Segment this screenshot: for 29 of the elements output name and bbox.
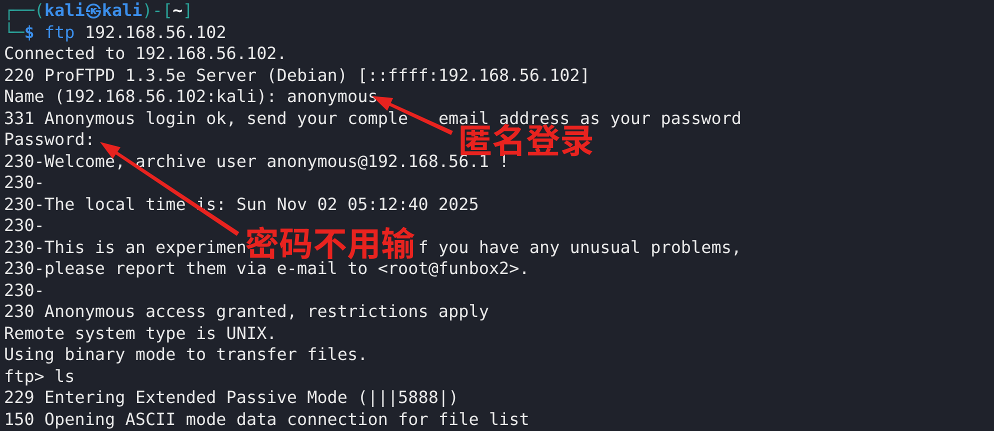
prompt-frame: └─ bbox=[4, 22, 24, 42]
prompt-directory: ~ bbox=[172, 0, 183, 20]
command-argument: 192.168.56.102 bbox=[84, 22, 226, 42]
prompt-at-sign: ㉿ bbox=[84, 0, 102, 20]
prompt-user: kali bbox=[44, 0, 85, 20]
output-line-fragment: 331 Anonymous login ok, send your comple bbox=[4, 108, 408, 128]
output-line: 230 Anonymous access granted, restrictions apply bbox=[4, 301, 489, 321]
output-line: 150 Opening ASCII mode data connection for file list bbox=[4, 408, 530, 428]
prompt-symbol: $ bbox=[24, 22, 34, 42]
output-line: Remote system type is UNIX. bbox=[4, 322, 277, 342]
output-line: 230- bbox=[4, 280, 44, 300]
output-line: 230- bbox=[4, 172, 44, 192]
output-line: ftp> ls bbox=[4, 366, 75, 386]
prompt-separator: )-[ bbox=[142, 0, 173, 20]
output-line-fragment: 230-This is an experimen bbox=[4, 236, 246, 256]
output-line: Name (192.168.56.102:kali): anonymous bbox=[4, 86, 378, 106]
output-line: 230-please report them via e-mail to <root@funbox2>. bbox=[4, 258, 530, 278]
output-line: Using binary mode to transfer files. bbox=[4, 344, 368, 364]
annotation-label: 密码不用输 bbox=[245, 224, 415, 260]
output-line: 230- bbox=[4, 215, 44, 235]
prompt-frame: ┌──( bbox=[4, 0, 44, 20]
output-line: Password: bbox=[4, 129, 95, 149]
prompt-bracket: ] bbox=[182, 0, 193, 20]
output-line: Connected to 192.168.56.102. bbox=[4, 43, 287, 63]
prompt-host: kali bbox=[102, 0, 142, 20]
output-line: 229 Entering Extended Passive Mode (|||5888|) bbox=[4, 387, 459, 407]
command-name: ftp bbox=[44, 22, 75, 42]
output-line-fragment: f you have any unusual problems, bbox=[418, 236, 742, 256]
output-line: 220 ProFTPD 1.3.5e Server (Debian) [::ffff:192.168.56.102] bbox=[4, 64, 590, 84]
